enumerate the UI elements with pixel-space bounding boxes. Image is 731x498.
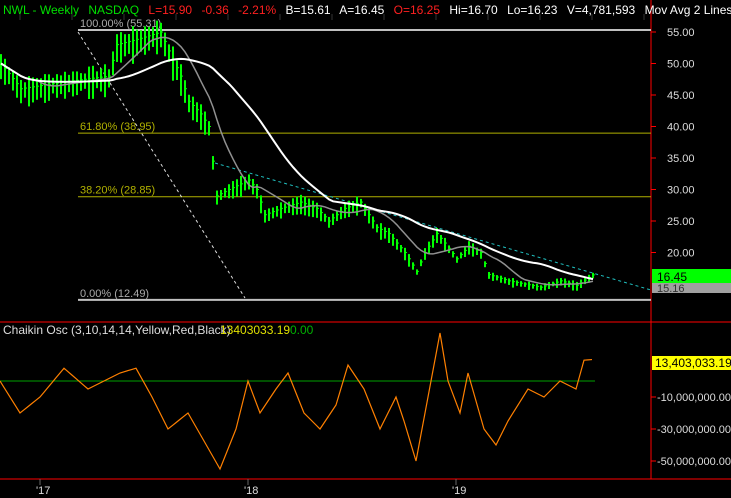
price-tick-label: 40.00 [667, 122, 695, 134]
price-tick-label: 35.00 [667, 153, 695, 165]
quote-header: NWL - Weekly NASDAQ L=15.90 -0.36 -2.21%… [3, 3, 731, 17]
time-tick-label: '17 [36, 485, 50, 497]
price-tick-label: 50.00 [667, 59, 695, 71]
studies-label[interactable]: Mov Avg 2 Lines ( ... [645, 3, 731, 17]
trend-line [214, 162, 652, 291]
ma-label: 15.16 [657, 283, 685, 295]
last-price-label: 16.45 [657, 270, 687, 284]
chaikin-zero: 0.00 [290, 323, 314, 337]
bid: B=15.61 [285, 3, 331, 17]
osc-tick-label: -50,000,000.00 [657, 456, 731, 468]
chaikin-last-label: 13,403,033.19 [655, 356, 731, 370]
stock-chart[interactable]: 55.00 50.00 45.00 40.00 35.00 30.00 25.00 20.00… [0, 0, 731, 498]
change-pct: -2.21% [238, 3, 277, 17]
chart-window: 55.00 50.00 45.00 40.00 35.00 30.00 25.00 20.00… [0, 0, 731, 498]
high: Hi=16.70 [449, 3, 498, 17]
fib-trend-line [77, 31, 246, 299]
price-tick-label: 30.00 [667, 185, 695, 197]
price-tick-label: 20.00 [667, 248, 695, 260]
exchange-label: NASDAQ [88, 3, 140, 17]
time-tick-label: '18 [244, 485, 258, 497]
last-price: L=15.90 [148, 3, 193, 17]
osc-tick-label: -10,000,000.00 [657, 392, 731, 404]
price-tick-label: 55.00 [667, 27, 695, 39]
chaikin-title: Chaikin Osc (3,10,14,14,Yellow,Red,Black… [3, 323, 231, 337]
change: -0.36 [201, 3, 229, 17]
low: Lo=16.23 [507, 3, 558, 17]
chaikin-line [0, 332, 593, 471]
fib-label: 38.20% (28.85) [80, 185, 155, 197]
volume: V=4,781,593 [566, 3, 636, 17]
fib-label: 0.00% (12.49) [80, 288, 149, 300]
price-tick-label: 25.00 [667, 216, 695, 228]
price-tick-label: 45.00 [667, 90, 695, 102]
osc-tick-label: -30,000,000.00 [657, 424, 731, 436]
open: O=16.25 [393, 3, 441, 17]
ask: A=16.45 [339, 3, 385, 17]
fib-label: 61.80% (38.95) [80, 121, 155, 133]
symbol-label: NWL - Weekly [3, 3, 80, 17]
time-tick-label: '19 [452, 485, 466, 497]
chaikin-value: 13403033.19 [220, 323, 290, 337]
